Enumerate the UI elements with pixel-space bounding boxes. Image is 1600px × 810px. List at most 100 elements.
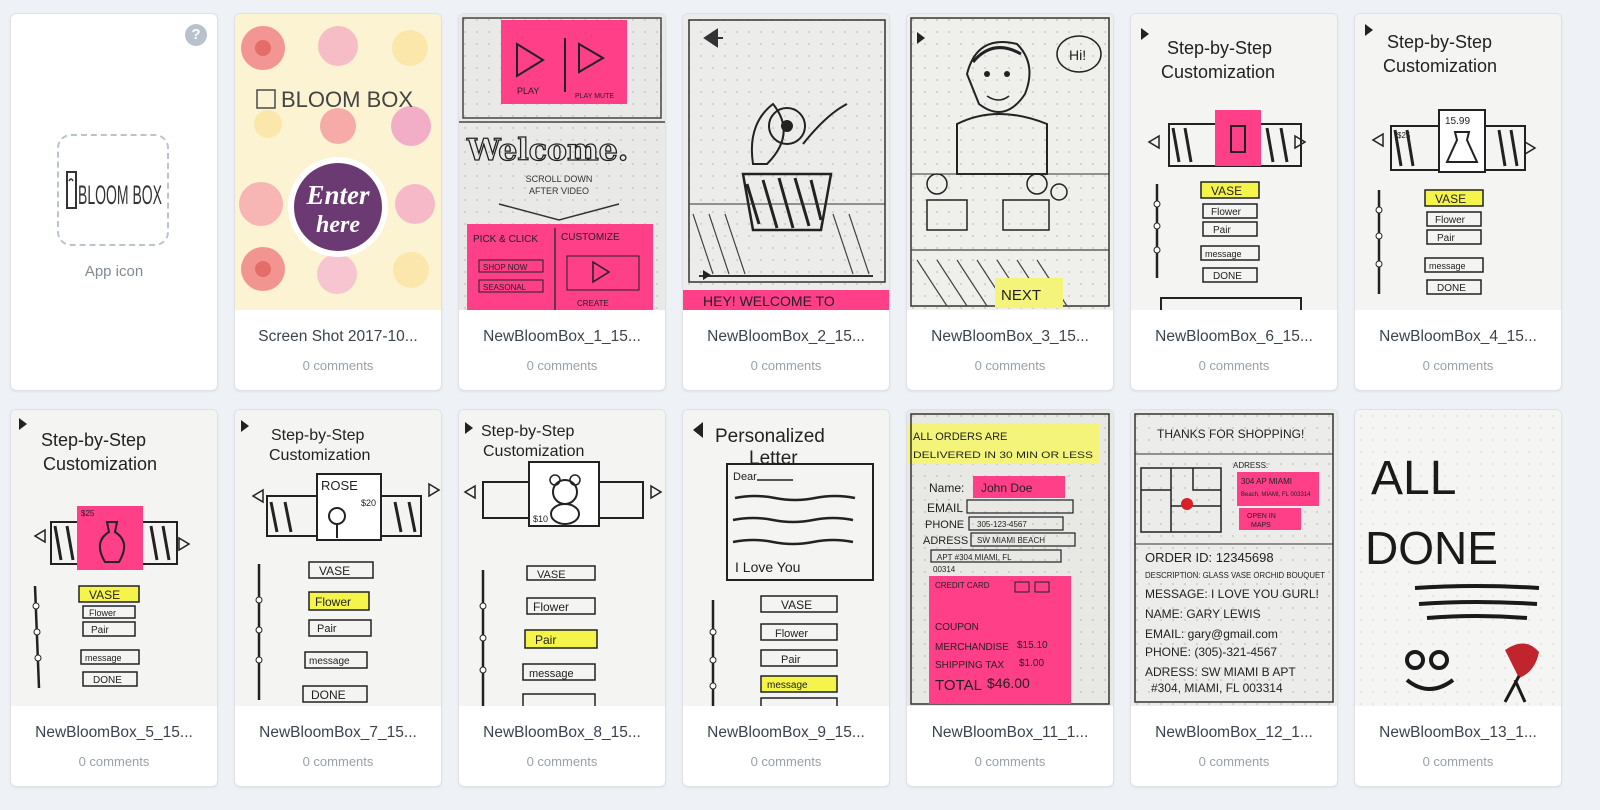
svg-text:ADRESS: SW MIAMI B APT: ADRESS: SW MIAMI B APT — [1145, 665, 1296, 679]
screen-card[interactable]: Step-by-Step Customization 15.99 $25 VAS… — [1354, 13, 1562, 391]
screen-card[interactable]: Step-by-Step Customization ROSE $20 VASE… — [234, 409, 442, 787]
screen-thumbnail[interactable]: HEY! WELCOME TO — [683, 14, 889, 310]
screen-card[interactable]: THANKS FOR SHOPPING! ADRESS: 304 AP MIAM… — [1130, 409, 1338, 787]
svg-text:Customization: Customization — [269, 447, 370, 464]
comment-count: 0 comments — [1422, 754, 1494, 769]
svg-text:DONE: DONE — [1213, 271, 1242, 282]
svg-text:I Love You: I Love You — [735, 559, 800, 575]
svg-text:PHONE: PHONE — [925, 519, 964, 531]
svg-text:$15.10: $15.10 — [1017, 640, 1048, 651]
svg-text:EMAIL: gary@gmail.com: EMAIL: gary@gmail.com — [1145, 627, 1278, 641]
screen-title: NewBloomBox_5_15... — [35, 724, 193, 741]
comment-count: 0 comments — [974, 754, 1046, 769]
svg-text:Step-by-Step: Step-by-Step — [481, 423, 574, 440]
svg-text:message: message — [1429, 261, 1466, 271]
comment-count: 0 comments — [302, 358, 374, 373]
screen-title: NewBloomBox_1_15... — [483, 328, 641, 345]
comment-count: 0 comments — [302, 754, 374, 769]
svg-text:message: message — [767, 680, 808, 691]
svg-text:CREDIT CARD: CREDIT CARD — [935, 581, 990, 590]
svg-text:Step-by-Step: Step-by-Step — [41, 430, 146, 450]
svg-text:SHIPPING TAX: SHIPPING TAX — [935, 660, 1004, 671]
screen-thumbnail[interactable]: Step-by-Step Customization 15.99 $25 VAS… — [1355, 14, 1561, 310]
svg-text:$20: $20 — [361, 498, 376, 508]
svg-text:ORDER ID: 12345698: ORDER ID: 12345698 — [1145, 550, 1274, 565]
screen-card[interactable]: Step-by-Step Customization $25 VASE Flow… — [10, 409, 218, 787]
screen-card[interactable]: PLAY PLAY MUTE Welcome. SCROLL DOWN AFTE… — [458, 13, 666, 391]
screen-card[interactable]: Step-by-Step Customization $10 VASE Flow… — [458, 409, 666, 787]
screen-card[interactable]: Personalized Letter Dear I Love You VASE… — [682, 409, 890, 787]
screen-card[interactable]: BLOOM BOX Enter here Screen Shot 2017-10… — [234, 13, 442, 391]
screen-card[interactable]: ALL ORDERS ARE DELIVERED IN 30 MIN OR LE… — [906, 409, 1114, 787]
svg-text:ALL: ALL — [1371, 452, 1456, 505]
svg-text:TOTAL: TOTAL — [935, 677, 982, 694]
svg-text:Pair: Pair — [781, 654, 801, 666]
svg-text:Pair: Pair — [1213, 225, 1231, 236]
svg-text:Flower: Flower — [315, 595, 351, 609]
svg-text:Letter: Letter — [749, 448, 798, 469]
svg-text:Customization: Customization — [1383, 56, 1497, 76]
screen-thumbnail[interactable]: ALL DONE — [1355, 410, 1561, 706]
screen-thumbnail[interactable]: Step-by-Step Customization $10 VASE Flow… — [459, 410, 665, 706]
screen-thumbnail[interactable]: Step-by-Step Customization VASE Flower P… — [1131, 14, 1337, 310]
screen-title: NewBloomBox_6_15... — [1155, 328, 1313, 345]
screen-title: NewBloomBox_4_15... — [1379, 328, 1537, 345]
screen-title: NewBloomBox_2_15... — [707, 328, 865, 345]
screen-card[interactable]: Step-by-Step Customization VASE Flower P… — [1130, 13, 1338, 391]
comment-count: 0 comments — [78, 754, 150, 769]
screen-thumbnail[interactable]: BLOOM BOX Enter here — [235, 14, 441, 310]
screen-thumbnail[interactable]: Step-by-Step Customization ROSE $20 VASE… — [235, 410, 441, 706]
svg-text:APT #304 MIAMI, FL: APT #304 MIAMI, FL — [937, 553, 1012, 562]
screen-card[interactable]: ALL DONE NewBloomBox_13_1... 0 comments — [1354, 409, 1562, 787]
svg-text:DONE: DONE — [1437, 283, 1466, 294]
svg-text:message: message — [85, 653, 122, 663]
svg-text:ROSE: ROSE — [321, 478, 358, 493]
svg-text:OPEN IN: OPEN IN — [1247, 513, 1276, 520]
svg-text:Flower: Flower — [533, 600, 569, 614]
screen-thumbnail[interactable]: ALL ORDERS ARE DELIVERED IN 30 MIN OR LE… — [907, 410, 1113, 706]
svg-text:PICK & CLICK: PICK & CLICK — [473, 234, 538, 245]
screen-thumbnail[interactable]: Hi! NEXT — [907, 14, 1113, 310]
svg-text:DONE: DONE — [93, 675, 122, 686]
screen-thumbnail[interactable]: THANKS FOR SHOPPING! ADRESS: 304 AP MIAM… — [1131, 410, 1337, 706]
svg-text:VASE: VASE — [319, 564, 350, 578]
svg-text:ADRESS: ADRESS — [923, 535, 968, 547]
screen-title: NewBloomBox_9_15... — [707, 724, 865, 741]
screen-title: NewBloomBox_12_1... — [1155, 724, 1313, 741]
screen-thumbnail[interactable]: Personalized Letter Dear I Love You VASE… — [683, 410, 889, 706]
svg-text:DONE: DONE — [1365, 522, 1498, 574]
svg-text:305-123-4567: 305-123-4567 — [977, 520, 1027, 529]
svg-text:Step-by-Step: Step-by-Step — [271, 427, 364, 444]
svg-text:message: message — [529, 668, 574, 680]
svg-text:VASE: VASE — [1211, 184, 1242, 198]
svg-text:DELIVERED IN 30 MIN OR LESS: DELIVERED IN 30 MIN OR LESS — [913, 450, 1093, 460]
screen-thumbnail[interactable]: PLAY PLAY MUTE Welcome. SCROLL DOWN AFTE… — [459, 14, 665, 310]
svg-text:MAPS: MAPS — [1251, 522, 1271, 529]
svg-text:#304, MIAMI, FL 003314: #304, MIAMI, FL 003314 — [1151, 681, 1283, 695]
svg-text:Hi!: Hi! — [1069, 47, 1086, 63]
svg-text:304 AP MIAMI: 304 AP MIAMI — [1241, 477, 1292, 486]
svg-text:DESCRIPTION: GLASS VASE ORCHID: DESCRIPTION: GLASS VASE ORCHID BOUQUET — [1145, 571, 1325, 580]
comment-count: 0 comments — [526, 754, 598, 769]
screen-title: NewBloomBox_13_1... — [1379, 724, 1537, 741]
here-text: here — [316, 212, 360, 238]
svg-text:HEY! WELCOME TO: HEY! WELCOME TO — [703, 293, 835, 309]
svg-text:Customization: Customization — [1161, 62, 1275, 82]
svg-text:Pair: Pair — [535, 633, 556, 647]
comment-count: 0 comments — [750, 754, 822, 769]
svg-text:DONE: DONE — [311, 688, 346, 702]
svg-text:ADRESS:: ADRESS: — [1233, 461, 1268, 470]
svg-text:00314: 00314 — [933, 565, 956, 574]
screen-thumbnail[interactable]: Step-by-Step Customization $25 VASE Flow… — [11, 410, 217, 706]
svg-text:Step-by-Step: Step-by-Step — [1167, 38, 1272, 58]
help-icon[interactable]: ? — [185, 24, 207, 46]
screen-card[interactable]: HEY! WELCOME TO NewBloomBox_2_15... 0 co… — [682, 13, 890, 391]
svg-text:$46.00: $46.00 — [987, 675, 1030, 691]
svg-text:Beach, MIAMI, FL 003314: Beach, MIAMI, FL 003314 — [1241, 492, 1311, 498]
svg-text:ALL ORDERS ARE: ALL ORDERS ARE — [913, 431, 1007, 443]
app-icon-dropzone[interactable]: BLOOM BOX — [57, 134, 169, 246]
screen-card[interactable]: Hi! NEXT NewBloomBox_3_15... 0 comments — [906, 13, 1114, 391]
svg-text:15.99: 15.99 — [1445, 116, 1470, 127]
app-icon-card[interactable]: ? BLOOM BOX App icon — [10, 13, 218, 391]
svg-text:$10: $10 — [533, 514, 548, 524]
